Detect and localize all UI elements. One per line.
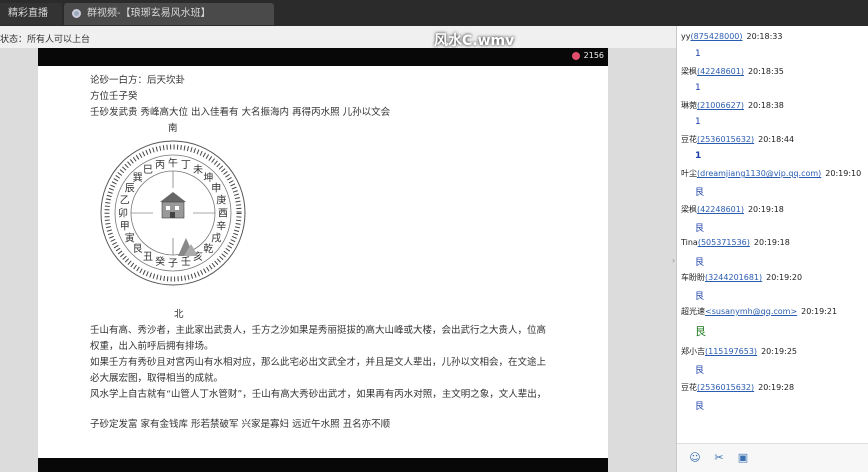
video-bottom-bar — [38, 458, 608, 472]
chat-message-text: 艮 — [695, 292, 705, 302]
chat-message-header: yy(875428000) 20:18:33 — [681, 32, 783, 41]
compass-character: 丙 — [155, 160, 165, 171]
user-id-link[interactable]: (21006627) — [697, 101, 744, 110]
compass-character: 壬 — [181, 256, 191, 268]
compass-north-label: 北 — [174, 309, 184, 320]
user-id-link[interactable]: (dreamjiang1130@vip.qq.com) — [697, 169, 821, 178]
viewer-count-value: 2156 — [583, 51, 604, 60]
image-icon[interactable]: ▣ — [735, 450, 751, 466]
chat-message-text: 艮 — [695, 188, 705, 198]
chat-message-header: 郑小吉(115197653) 20:19:25 — [681, 347, 797, 356]
chat-message-header: 叶尘(dreamjiang1130@vip.qq.com) 20:19:10 — [681, 169, 862, 178]
title-bar: 精彩直播推荐 群视频-【琅琊玄易风水班】(494968742) — [0, 0, 868, 41]
user-id-link[interactable]: (2536015632) — [697, 135, 754, 144]
doc-line: 方位壬子癸 — [90, 91, 138, 102]
user-id-link[interactable]: (875428000) — [690, 32, 742, 41]
doc-line: 子砂定发富 家有金钱库 形若禁破军 兴家是寡妇 远近午水照 丑名亦不顺 — [90, 419, 391, 430]
stage-status-text: 状态：所有人可以上台 — [0, 35, 91, 45]
doc-line: 壬砂发武贵 秀峰高大位 出入佳看有 大名振海内 再得丙水照 儿孙以文会 — [90, 107, 391, 118]
compass-character: 子 — [168, 258, 178, 270]
doc-line: 风水学上自古就有“山管人丁水管财”，壬山有高大秀砂出武才，如果再有丙水对照，主文… — [90, 389, 547, 400]
chat-message-text: 1 — [695, 83, 701, 93]
collapse-arrow-icon[interactable]: › — [672, 256, 677, 274]
chat-message-header: 豆花(2536015632) 20:19:28 — [681, 383, 795, 392]
compass-character: 午 — [168, 157, 178, 170]
chat-message-header: 豆花(2536015632) 20:18:44 — [681, 135, 795, 144]
scissors-icon[interactable]: ✂ — [711, 450, 727, 466]
compass-character: 巳 — [143, 164, 153, 176]
chat-message-text: 艮 — [695, 325, 706, 338]
compass-character: 丑 — [143, 252, 153, 263]
compass-character: 庚 — [216, 194, 226, 207]
compass-character: 戌 — [211, 232, 221, 245]
compass-character: 艮 — [133, 243, 143, 255]
user-id-link[interactable]: (42248601) — [697, 205, 744, 214]
camera-icon — [72, 8, 81, 18]
compass-character: 乙 — [120, 195, 130, 207]
compass-character: 乾 — [203, 242, 213, 255]
chat-message-text: 1 — [695, 151, 702, 161]
tab-group-video[interactable]: 群视频-【琅琊玄易风水班】(494968742) — [64, 3, 274, 41]
compass-character: 卯 — [118, 208, 128, 220]
chat-message-text: 艮 — [695, 366, 705, 376]
compass-character: 癸 — [155, 255, 165, 268]
compass-character: 酉 — [218, 209, 228, 220]
compass-character: 寅 — [125, 232, 135, 245]
chat-message-header: 梁枫(42248601) 20:19:18 — [681, 205, 784, 214]
user-id-link[interactable]: <susanymh@qq.com> — [705, 307, 797, 316]
chat-message-header: Tina(505371536) 20:19:18 — [681, 238, 790, 247]
chat-message-text: 艮 — [695, 402, 705, 412]
doc-line: 权重，出入前呼后拥有排场。 — [90, 341, 214, 352]
video-title: 风水C.wmv — [434, 33, 515, 49]
chat-toolbar: ☺ ✂ ▣ — [677, 443, 868, 472]
compass-character: 未 — [193, 164, 203, 176]
doc-line: 论砂一白方：后天坎卦 — [90, 75, 186, 86]
chat-message-header: 琳菀(21006627) 20:18:38 — [681, 101, 784, 110]
video-top-bar: 2156 — [38, 48, 608, 66]
compass-character: 丁 — [181, 160, 191, 171]
user-id-link[interactable]: (505371536) — [698, 238, 750, 247]
doc-line: 必大展宏图，取得相当的成就。 — [90, 373, 224, 384]
chat-panel: › yy(875428000) 20:18:33 1 梁枫(42248601) 20… — [672, 26, 868, 472]
compass-character: 辰 — [125, 183, 135, 195]
compass-character: 甲 — [120, 221, 130, 232]
compass-character: 巽 — [133, 172, 143, 184]
luopan-compass-diagram: 午丁未坤申庚酉辛戌乾亥壬子癸丑艮寅甲卯乙辰巽巳丙 — [100, 140, 246, 286]
compass-character: 坤 — [203, 171, 213, 184]
flower-icon — [571, 51, 580, 60]
chat-message-text: 艮 — [695, 224, 705, 234]
user-id-link[interactable]: (42248601) — [697, 67, 744, 76]
viewer-count: 2156 — [571, 51, 604, 60]
user-id-link[interactable]: (3244201681) — [705, 273, 762, 282]
doc-line: 如果壬方有秀砂且对宫丙山有水相对应，那么此宅必出文武全才，并且是文人辈出，儿孙以… — [90, 357, 547, 368]
compass-character: 辛 — [216, 219, 226, 232]
compass-character: 申 — [211, 182, 221, 195]
status-bar: 状态：所有人可以上台 — [0, 26, 676, 48]
compass-south-label: 南 — [168, 123, 178, 134]
doc-line: 壬山有高、秀沙者，主此家出武贵人，壬方之沙如果是秀丽挺拔的高大山峰或大楼，会出武… — [90, 325, 547, 336]
chat-message-header: 梁枫(42248601) 20:18:35 — [681, 67, 784, 76]
shared-video[interactable]: 2156 论砂一白方：后天坎卦 方位壬子癸 壬砂发武贵 秀峰高大位 出入佳看有 … — [38, 48, 608, 472]
chat-message-header: 车盼盼(3244201681) 20:19:20 — [681, 273, 803, 282]
chat-message-text: 1 — [695, 117, 701, 127]
chat-message-text: 艮 — [695, 258, 705, 268]
chat-message-header: 超光速<susanymh@qq.com> 20:19:21 — [681, 307, 838, 316]
user-id-link[interactable]: (115197653) — [705, 347, 757, 356]
user-id-link[interactable]: (2536015632) — [697, 383, 754, 392]
smiley-icon[interactable]: ☺ — [687, 450, 703, 466]
chat-message-text: 1 — [695, 49, 701, 59]
tab-live-recommend[interactable]: 精彩直播推荐 — [0, 3, 62, 41]
